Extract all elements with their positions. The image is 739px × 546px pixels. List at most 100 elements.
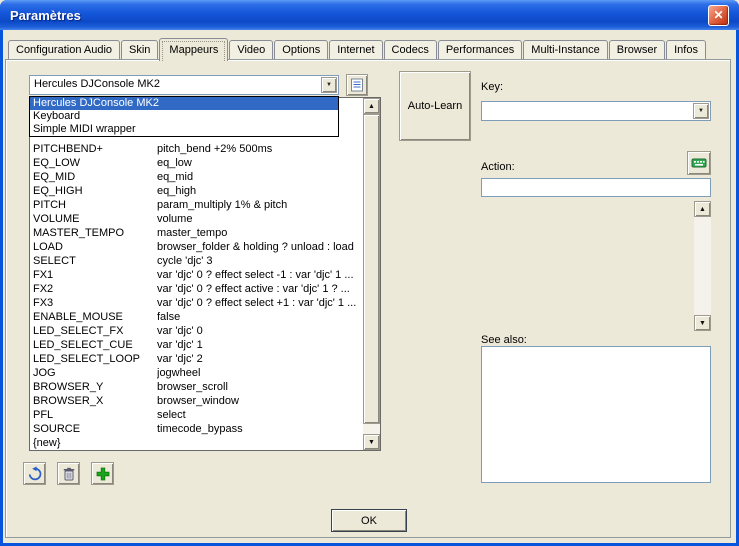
tab-panel: Hercules DJConsole MK2 ▼ PITCHBEND+pitch… <box>5 59 731 538</box>
keyboard-icon <box>691 155 707 171</box>
mapping-row[interactable]: EQ_MIDeq_mid <box>33 170 363 184</box>
mapping-action: var 'djc' 2 <box>157 352 363 366</box>
mapping-key: FX1 <box>33 268 157 282</box>
keyboard-learn-button[interactable] <box>687 151 711 175</box>
mapping-action: master_tempo <box>157 226 363 240</box>
mapping-row[interactable]: EQ_HIGHeq_high <box>33 184 363 198</box>
mapping-action: false <box>157 310 363 324</box>
mapping-key: LED_SELECT_LOOP <box>33 352 157 366</box>
mapping-row[interactable]: LOADbrowser_folder & holding ? unload : … <box>33 240 363 254</box>
ok-button[interactable]: OK <box>331 509 407 532</box>
mapping-action: browser_scroll <box>157 380 363 394</box>
mapping-key: ENABLE_MOUSE <box>33 310 157 324</box>
action-label: Action: <box>481 161 515 173</box>
mapping-row[interactable]: PFLselect <box>33 408 363 422</box>
titlebar[interactable]: Paramètres ✕ <box>0 0 739 30</box>
plus-icon <box>95 466 111 482</box>
mapping-action: eq_mid <box>157 170 363 184</box>
action-description-scrollbar[interactable]: ▲ ▼ <box>694 201 711 331</box>
mapping-row[interactable]: SELECTcycle 'djc' 3 <box>33 254 363 268</box>
mapping-row[interactable]: PITCHBEND+pitch_bend +2% 500ms <box>33 142 363 156</box>
key-label: Key: <box>481 81 503 93</box>
auto-learn-button[interactable]: Auto-Learn <box>399 71 471 141</box>
dialog-client-area: Configuration Audio Skin Mappeurs Video … <box>3 30 736 543</box>
device-combobox-value: Hercules DJConsole MK2 <box>30 76 320 94</box>
dropdown-option[interactable]: Simple MIDI wrapper <box>30 123 338 136</box>
mapping-key: VOLUME <box>33 212 157 226</box>
mapping-list[interactable]: PITCHBEND+pitch_bend +2% 500ms EQ_LOWeq_… <box>29 97 381 451</box>
mapping-row[interactable]: BROWSER_Xbrowser_window <box>33 394 363 408</box>
mapping-action: pitch_bend +2% 500ms <box>157 142 363 156</box>
scroll-down-button[interactable]: ▼ <box>363 434 380 450</box>
mapping-row[interactable]: LED_SELECT_CUEvar 'djc' 1 <box>33 338 363 352</box>
tab-configuration-audio[interactable]: Configuration Audio <box>8 40 120 59</box>
mapping-rows: PITCHBEND+pitch_bend +2% 500ms EQ_LOWeq_… <box>30 98 363 450</box>
mapping-key: SELECT <box>33 254 157 268</box>
tab-bar: Configuration Audio Skin Mappeurs Video … <box>8 38 707 61</box>
mapping-row[interactable]: {new} <box>33 436 363 450</box>
close-button[interactable]: ✕ <box>708 5 729 26</box>
mapping-row[interactable]: MASTER_TEMPOmaster_tempo <box>33 226 363 240</box>
key-combobox-arrow-button[interactable]: ▼ <box>693 103 709 119</box>
mapping-key: EQ_LOW <box>33 156 157 170</box>
window-title: Paramètres <box>10 8 708 23</box>
mapping-key: MASTER_TEMPO <box>33 226 157 240</box>
tab-video[interactable]: Video <box>229 40 273 59</box>
device-combobox[interactable]: Hercules DJConsole MK2 ▼ <box>29 75 339 95</box>
tab-codecs[interactable]: Codecs <box>384 40 437 59</box>
mapping-key: EQ_HIGH <box>33 184 157 198</box>
scroll-down-button[interactable]: ▼ <box>694 315 711 331</box>
list-scrollbar[interactable]: ▲ ▼ <box>363 98 380 450</box>
tab-browser[interactable]: Browser <box>609 40 665 59</box>
see-also-listbox[interactable] <box>481 346 711 483</box>
mapping-action: var 'djc' 0 ? effect active : var 'djc' … <box>157 282 363 296</box>
scroll-thumb[interactable] <box>363 114 380 424</box>
mapping-row[interactable]: PITCHparam_multiply 1% & pitch <box>33 198 363 212</box>
key-combobox[interactable]: ▼ <box>481 101 711 121</box>
mapping-row[interactable]: LED_SELECT_FXvar 'djc' 0 <box>33 324 363 338</box>
mapping-row[interactable]: JOGjogwheel <box>33 366 363 380</box>
mapping-key: {new} <box>33 436 157 450</box>
mapping-action: eq_high <box>157 184 363 198</box>
add-mapping-button[interactable] <box>91 462 114 485</box>
mapping-row[interactable]: ENABLE_MOUSEfalse <box>33 310 363 324</box>
scroll-down-icon: ▼ <box>368 439 375 446</box>
tab-options[interactable]: Options <box>274 40 328 59</box>
delete-mapping-button[interactable] <box>57 462 80 485</box>
mapping-row[interactable]: VOLUMEvolume <box>33 212 363 226</box>
dropdown-option[interactable]: Hercules DJConsole MK2 <box>30 97 338 110</box>
mapping-row[interactable]: FX1var 'djc' 0 ? effect select -1 : var … <box>33 268 363 282</box>
action-input[interactable] <box>481 178 711 197</box>
reset-mapping-button[interactable] <box>23 462 46 485</box>
tab-skin[interactable]: Skin <box>121 40 158 59</box>
tab-multi-instance[interactable]: Multi-Instance <box>523 40 607 59</box>
mapping-row[interactable]: FX3var 'djc' 0 ? effect select +1 : var … <box>33 296 363 310</box>
mapping-row[interactable]: BROWSER_Ybrowser_scroll <box>33 380 363 394</box>
device-dropdown-popup: Hercules DJConsole MK2 Keyboard Simple M… <box>29 96 339 137</box>
mapping-key: BROWSER_Y <box>33 380 157 394</box>
mapping-action <box>157 436 363 450</box>
edit-mapper-button[interactable] <box>346 74 368 96</box>
device-combobox-arrow-button[interactable]: ▼ <box>321 77 337 93</box>
dropdown-option[interactable]: Keyboard <box>30 110 338 123</box>
mapping-key: LED_SELECT_FX <box>33 324 157 338</box>
mapping-key: LED_SELECT_CUE <box>33 338 157 352</box>
scroll-up-button[interactable]: ▲ <box>363 98 380 114</box>
mapping-key: FX3 <box>33 296 157 310</box>
dropdown-arrow-icon: ▼ <box>698 108 704 114</box>
close-icon: ✕ <box>713 8 723 22</box>
mapping-row[interactable]: FX2var 'djc' 0 ? effect active : var 'dj… <box>33 282 363 296</box>
tab-mappeurs[interactable]: Mappeurs <box>159 38 228 61</box>
mapping-row[interactable]: EQ_LOWeq_low <box>33 156 363 170</box>
mapping-row[interactable]: SOURCEtimecode_bypass <box>33 422 363 436</box>
tab-infos[interactable]: Infos <box>666 40 706 59</box>
tab-performances[interactable]: Performances <box>438 40 522 59</box>
mapping-row[interactable]: LED_SELECT_LOOPvar 'djc' 2 <box>33 352 363 366</box>
mapping-action: var 'djc' 0 ? effect select -1 : var 'dj… <box>157 268 363 282</box>
tab-internet[interactable]: Internet <box>329 40 382 59</box>
edit-list-icon <box>350 78 364 92</box>
key-combobox-value <box>482 102 692 120</box>
scroll-up-button[interactable]: ▲ <box>694 201 711 217</box>
mapping-action: browser_window <box>157 394 363 408</box>
scroll-up-icon: ▲ <box>699 206 706 213</box>
